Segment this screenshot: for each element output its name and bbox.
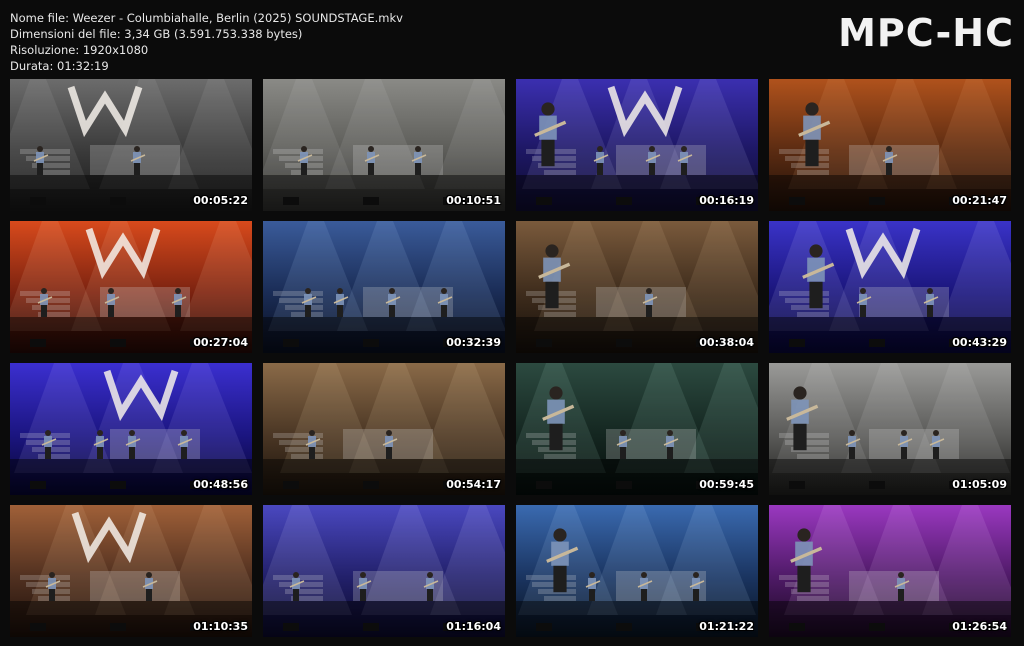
thumbnail-timestamp: 01:05:09 <box>952 478 1007 491</box>
video-thumbnail: 00:32:39 <box>263 221 505 353</box>
file-name-text: Nome file: Weezer - Columbiahalle, Berli… <box>10 11 403 25</box>
thumbnail-timestamp: 00:43:29 <box>952 336 1007 349</box>
video-thumbnail: 00:48:56 <box>10 363 252 495</box>
file-info-block: Nome file: Weezer - Columbiahalle, Berli… <box>10 10 403 74</box>
thumbnail-timestamp: 00:54:17 <box>446 478 501 491</box>
thumbnail-timestamp: 00:27:04 <box>193 336 248 349</box>
video-thumbnail: 00:38:04 <box>516 221 758 353</box>
stage-scene <box>769 79 1011 211</box>
thumbnail-timestamp: 00:05:22 <box>193 194 248 207</box>
video-thumbnail: 01:26:54 <box>769 505 1011 637</box>
video-thumbnail: 00:21:47 <box>769 79 1011 211</box>
video-thumbnail: 00:16:19 <box>516 79 758 211</box>
thumbnail-grid: 00:05:22 00:10:51 00:16:19 00:21:47 00:27:04… <box>10 79 1011 637</box>
stage-scene <box>263 505 505 637</box>
thumbnail-timestamp: 00:38:04 <box>699 336 754 349</box>
stage-scene <box>516 363 758 495</box>
video-thumbnail: 00:10:51 <box>263 79 505 211</box>
mpc-hc-logo: MPC-HC <box>838 11 1014 55</box>
video-thumbnail: 00:05:22 <box>10 79 252 211</box>
video-thumbnail: 01:05:09 <box>769 363 1011 495</box>
stage-scene <box>10 221 252 353</box>
stage-scene <box>769 363 1011 495</box>
thumbnail-timestamp: 00:16:19 <box>699 194 754 207</box>
stage-scene <box>263 221 505 353</box>
video-thumbnail: 00:59:45 <box>516 363 758 495</box>
thumbnail-timestamp: 00:10:51 <box>446 194 501 207</box>
thumbnail-timestamp: 00:48:56 <box>193 478 248 491</box>
duration-text: Durata: 01:32:19 <box>10 59 109 73</box>
resolution-text: Risoluzione: 1920x1080 <box>10 43 149 57</box>
thumbnail-timestamp: 01:10:35 <box>193 620 248 633</box>
file-size-text: Dimensioni del file: 3,34 GB (3.591.753.… <box>10 27 303 41</box>
thumbnail-timestamp: 00:32:39 <box>446 336 501 349</box>
video-thumbnail: 00:54:17 <box>263 363 505 495</box>
stage-scene <box>516 505 758 637</box>
thumbnail-timestamp: 01:26:54 <box>952 620 1007 633</box>
stage-scene <box>516 79 758 211</box>
video-thumbnail: 01:10:35 <box>10 505 252 637</box>
video-thumbnail: 01:21:22 <box>516 505 758 637</box>
stage-scene <box>263 363 505 495</box>
video-thumbnail: 00:27:04 <box>10 221 252 353</box>
thumbnail-timestamp: 00:21:47 <box>952 194 1007 207</box>
stage-scene <box>10 79 252 211</box>
video-thumbnail: 00:43:29 <box>769 221 1011 353</box>
stage-scene <box>10 505 252 637</box>
stage-scene <box>263 79 505 211</box>
stage-scene <box>516 221 758 353</box>
stage-scene <box>769 505 1011 637</box>
thumbnail-timestamp: 01:21:22 <box>699 620 754 633</box>
thumbnail-timestamp: 00:59:45 <box>699 478 754 491</box>
stage-scene <box>10 363 252 495</box>
thumbnail-timestamp: 01:16:04 <box>446 620 501 633</box>
video-thumbnail: 01:16:04 <box>263 505 505 637</box>
stage-scene <box>769 221 1011 353</box>
